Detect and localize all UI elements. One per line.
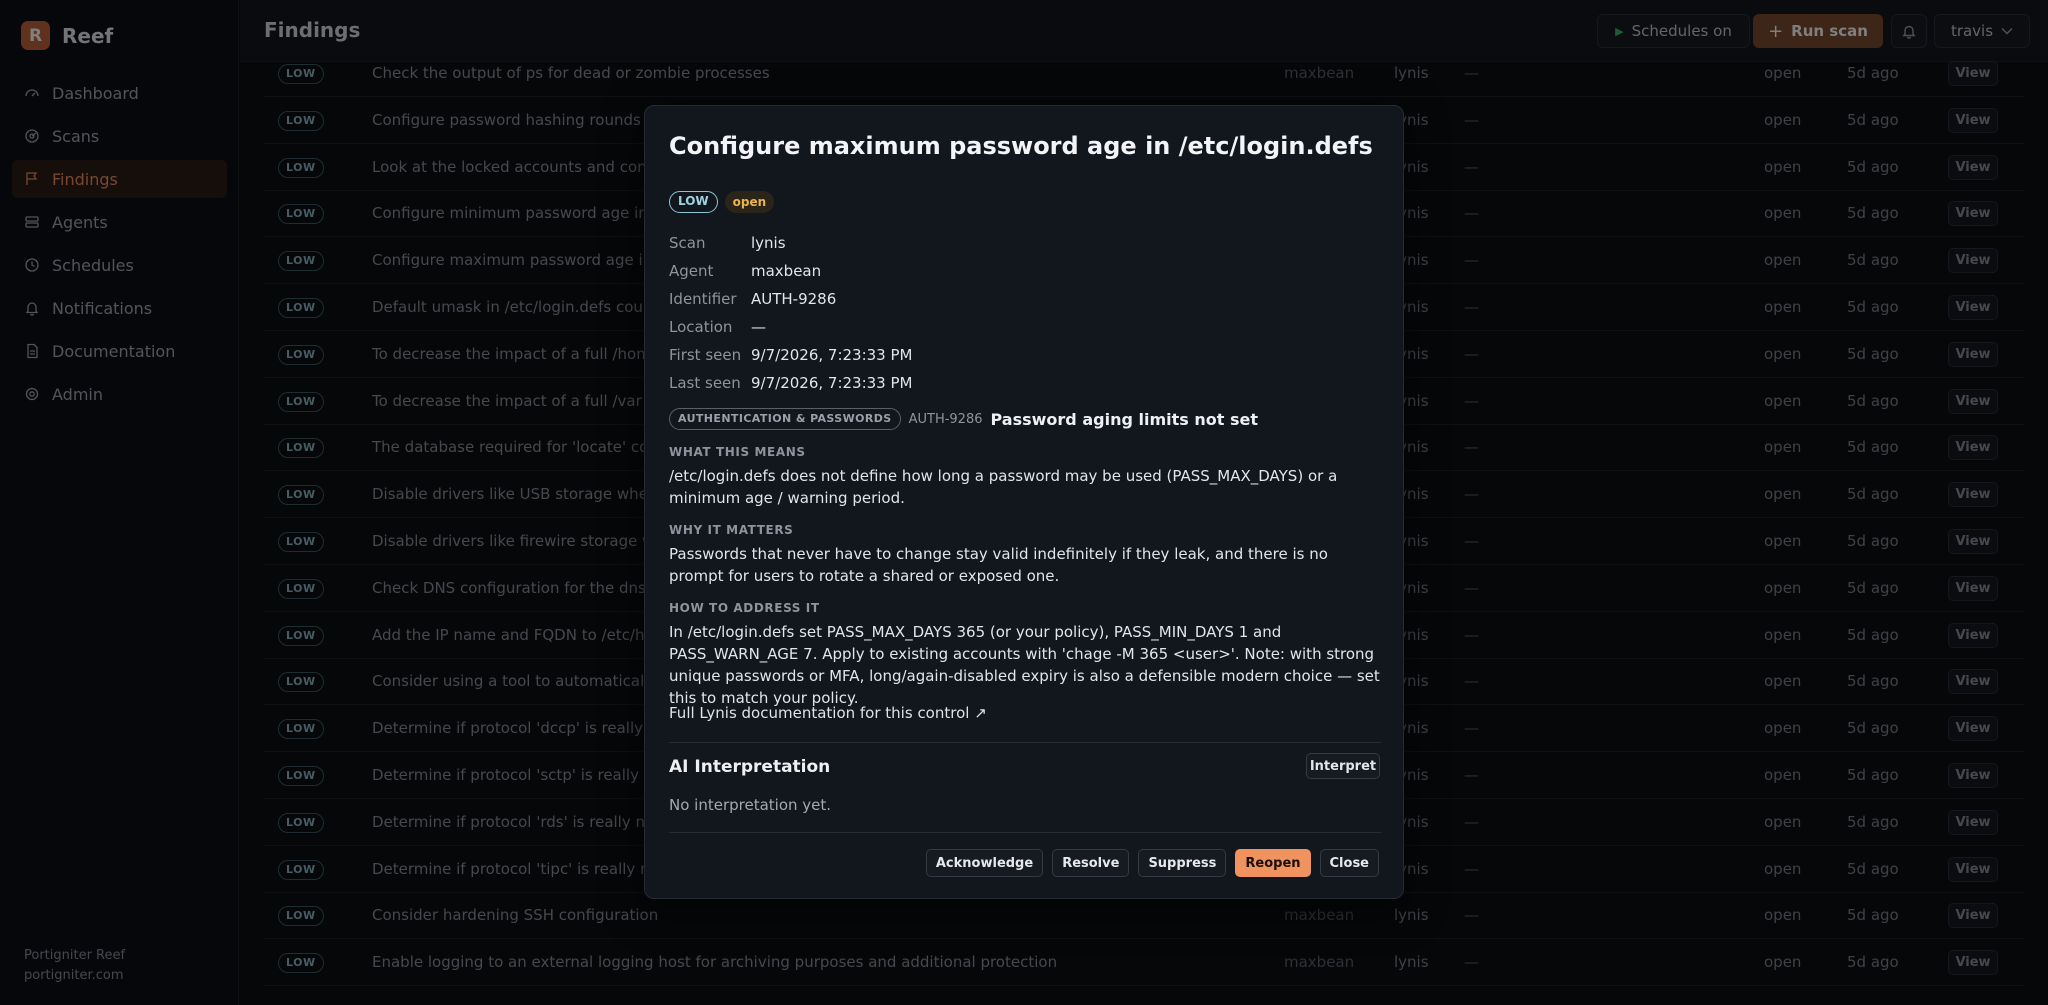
meta-row-identifier: Identifier AUTH-9286 [669,290,912,318]
interpret-button[interactable]: Interpret [1306,753,1380,779]
how-section: HOW TO ADDRESS IT In /etc/login.defs set… [669,601,1381,709]
meta-key: Agent [669,262,714,280]
meta-row-location: Location — [669,318,912,346]
what-section: WHAT THIS MEANS /etc/login.defs does not… [669,445,1381,509]
meta-value: maxbean [751,262,822,280]
control-info: AUTHENTICATION & PASSWORDS AUTH-9286 Pas… [669,408,1258,430]
divider [669,832,1381,833]
category-badge: AUTHENTICATION & PASSWORDS [669,408,901,430]
meta-row-scan: Scan lynis [669,234,912,262]
suppress-button[interactable]: Suppress [1138,849,1227,877]
ai-empty-state: No interpretation yet. [669,796,832,814]
meta-key: Scan [669,234,706,252]
meta-key: Last seen [669,374,741,392]
control-name: Password aging limits not set [990,409,1258,429]
control-id: AUTH-9286 [908,411,983,427]
severity-badge: LOW [669,191,718,213]
modal-title: Configure maximum password age in /etc/l… [669,132,1373,160]
meta-key: First seen [669,346,742,364]
meta-value: 9/7/2026, 7:23:33 PM [751,374,913,392]
reopen-button[interactable]: Reopen [1235,849,1311,877]
meta-value: — [751,318,766,336]
meta-value: lynis [751,234,786,252]
modal-badges: LOW open [669,191,775,213]
meta-row-last-seen: Last seen 9/7/2026, 7:23:33 PM [669,374,912,402]
meta-row-agent: Agent maxbean [669,262,912,290]
what-heading: WHAT THIS MEANS [669,445,806,459]
divider [669,742,1381,743]
ai-interpretation-title: AI Interpretation [669,757,831,777]
why-text: Passwords that never have to change stay… [669,545,1328,585]
what-text: /etc/login.defs does not define how long… [669,467,1338,507]
close-button[interactable]: Close [1319,849,1379,877]
finding-meta: Scan lynis Agent maxbean Identifier AUTH-92… [669,234,912,402]
lynis-doc-link[interactable]: Full Lynis documentation for this contro… [669,704,987,722]
meta-key: Identifier [669,290,737,308]
meta-row-first-seen: First seen 9/7/2026, 7:23:33 PM [669,346,912,374]
how-heading: HOW TO ADDRESS IT [669,601,820,615]
finding-detail-modal: Configure maximum password age in /etc/l… [644,105,1404,899]
why-section: WHY IT MATTERS Passwords that never have… [669,523,1381,587]
meta-value: 9/7/2026, 7:23:33 PM [751,346,913,364]
status-badge: open [724,191,775,213]
meta-key: Location [669,318,733,336]
acknowledge-button[interactable]: Acknowledge [925,849,1044,877]
why-heading: WHY IT MATTERS [669,523,794,537]
modal-actions: Acknowledge Resolve Suppress Reopen Clos… [925,849,1379,877]
meta-value: AUTH-9286 [751,290,837,308]
how-text: In /etc/login.defs set PASS_MAX_DAYS 365… [669,623,1380,707]
resolve-button[interactable]: Resolve [1052,849,1130,877]
